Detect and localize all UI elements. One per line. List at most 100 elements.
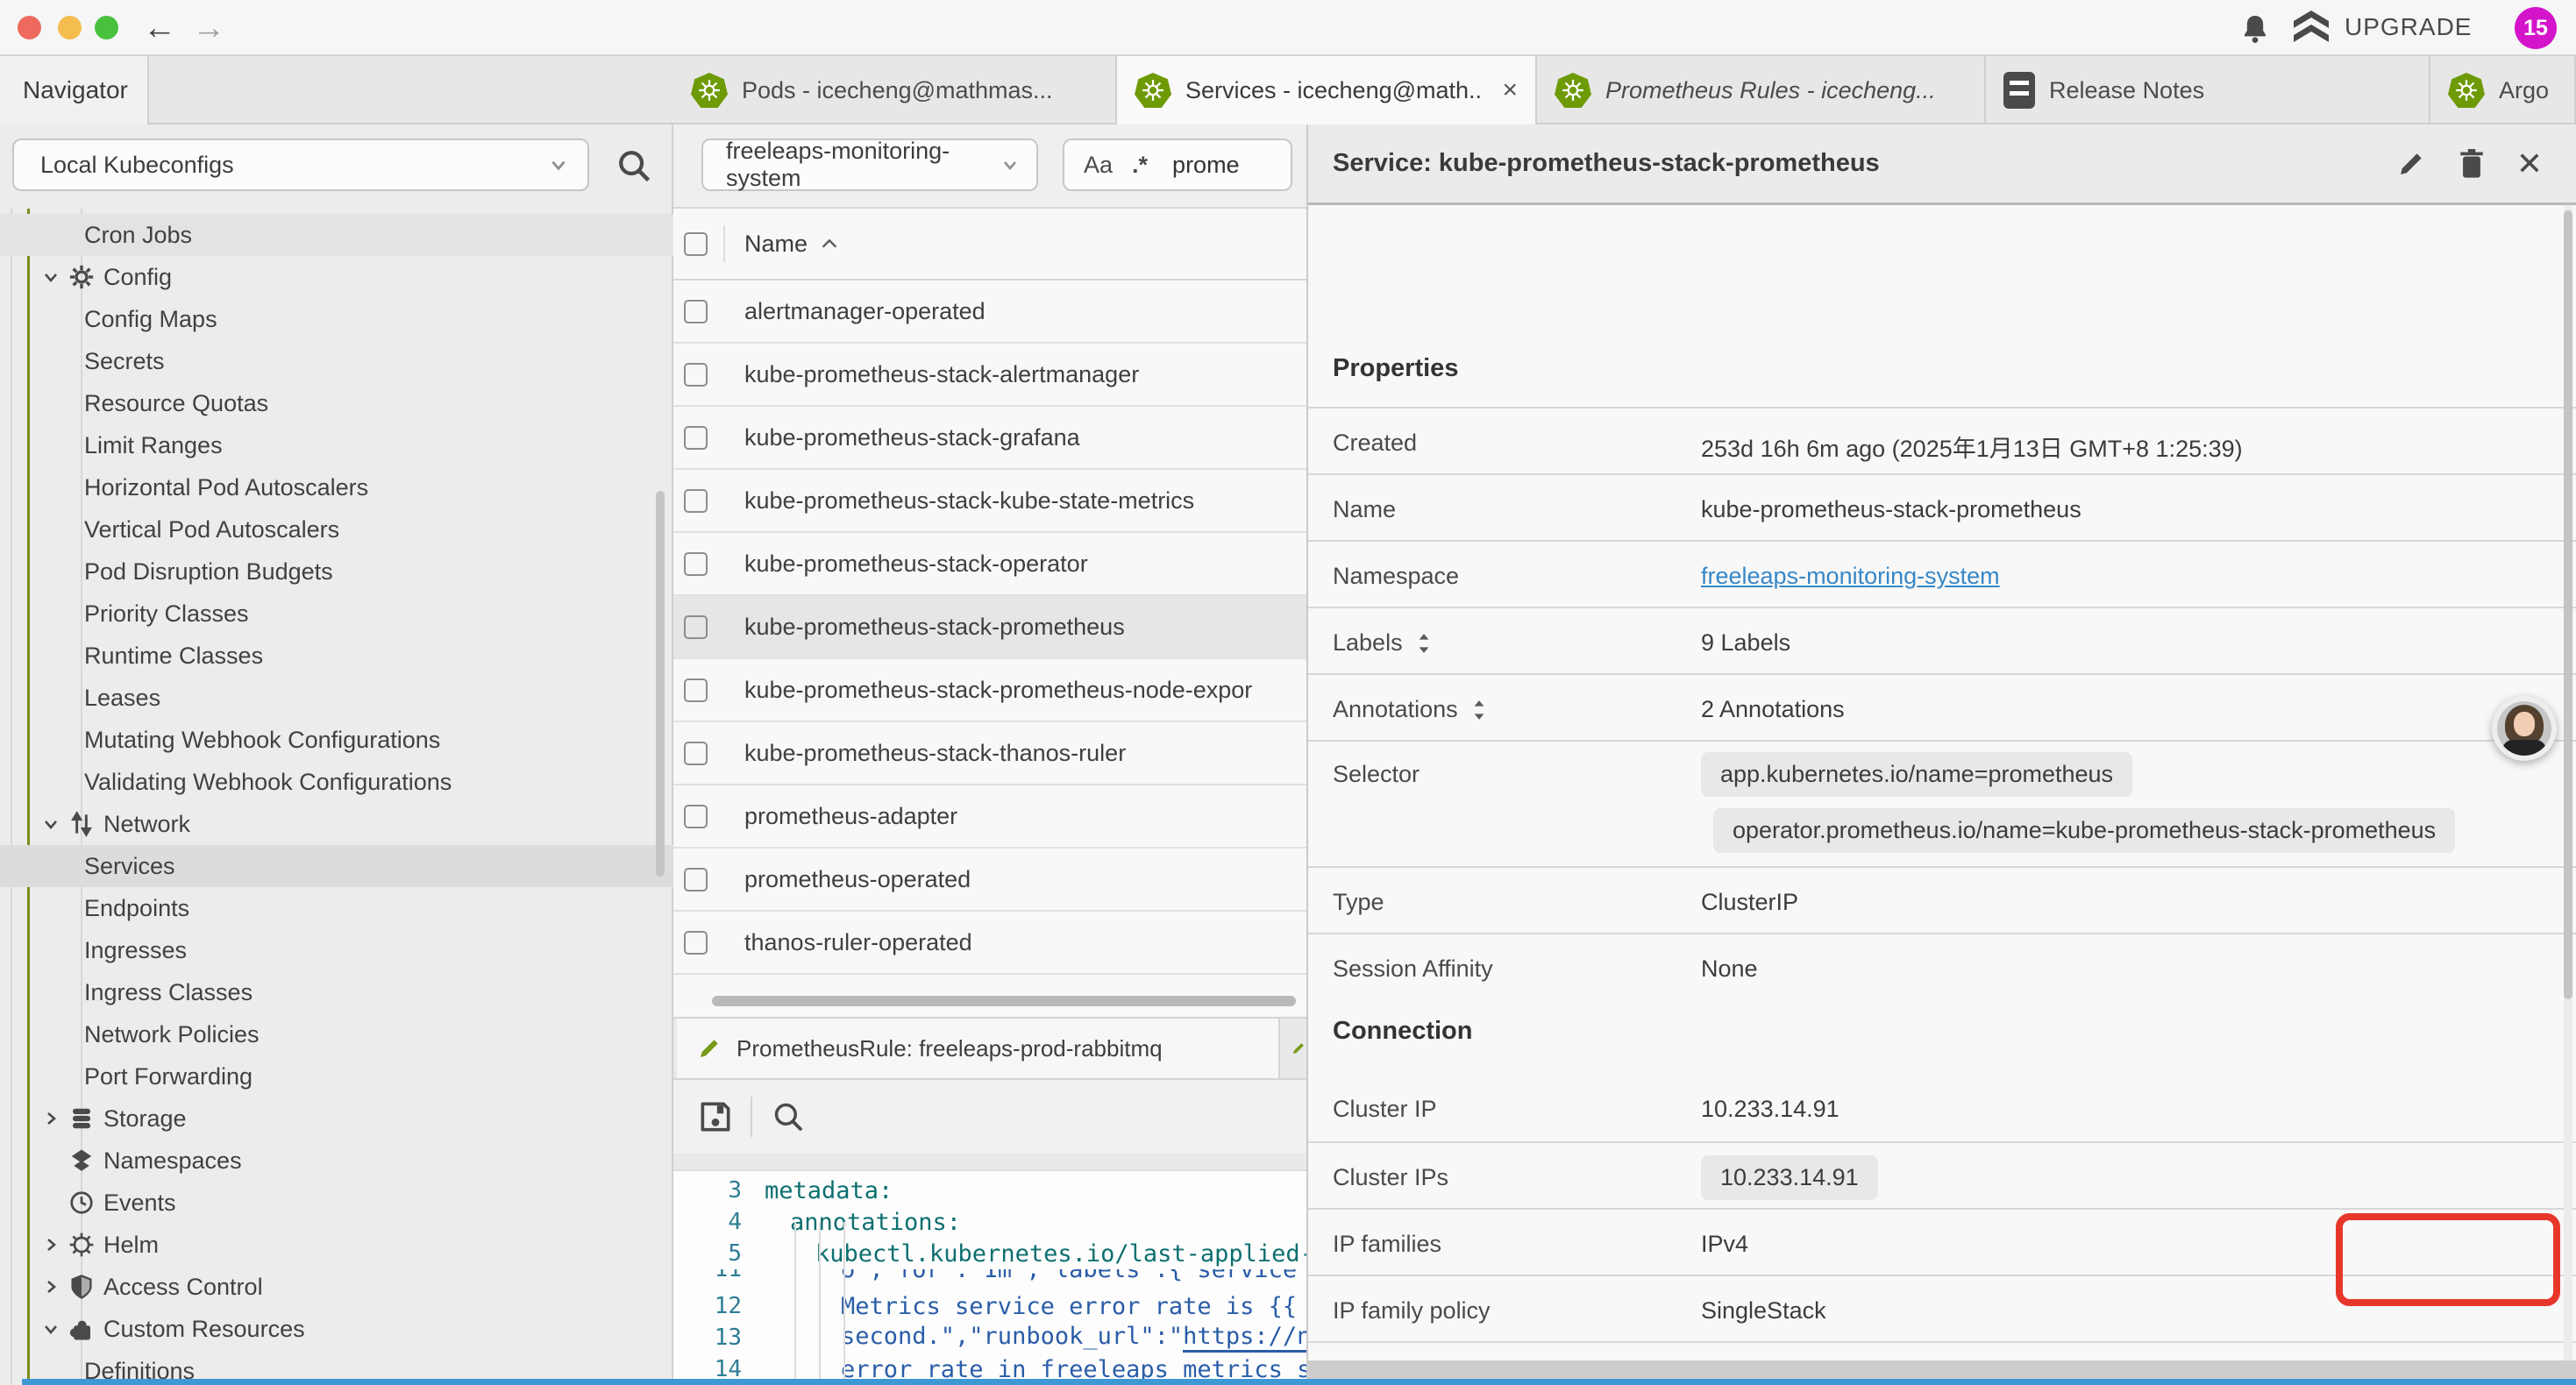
table-row[interactable]: thanos-ruler-operated — [673, 912, 1306, 975]
table-row[interactable]: kube-prometheus-stack-alertmanager — [673, 344, 1306, 407]
editor-line[interactable]: 14error rate in freeleaps metrics ser — [673, 1353, 1306, 1379]
table-row[interactable]: prometheus-adapter — [673, 785, 1306, 849]
tab-prometheus[interactable]: Prometheus Rules - icecheng... — [1537, 56, 1986, 124]
sidebar-item-horizontal-pod-autoscalers[interactable]: Horizontal Pod Autoscalers — [0, 466, 673, 508]
sidebar-item-events[interactable]: Events — [0, 1182, 673, 1224]
delete-trash-icon[interactable] — [2457, 147, 2487, 181]
table-row[interactable]: alertmanager-operated — [673, 281, 1306, 344]
detail-panel-scrollbar-thumb[interactable] — [2564, 210, 2572, 999]
chevron-down-icon[interactable] — [40, 1318, 63, 1339]
back-button[interactable]: ← — [137, 5, 182, 51]
row-checkbox[interactable] — [684, 868, 708, 891]
row-checkbox[interactable] — [684, 426, 708, 450]
row-checkbox[interactable] — [684, 678, 708, 702]
minimize-window-button[interactable] — [58, 16, 82, 39]
editor-line[interactable]: 12Metrics service error rate is {{ $va — [673, 1290, 1306, 1322]
editor-search-icon[interactable] — [770, 1098, 807, 1135]
row-checkbox[interactable] — [684, 300, 708, 323]
sidebar-item-storage[interactable]: Storage — [0, 1097, 673, 1140]
close-icon[interactable]: ✕ — [2516, 148, 2543, 180]
table-row[interactable]: kube-prometheus-stack-operator — [673, 533, 1306, 596]
sidebar-item-mutating-webhook-configurations[interactable]: Mutating Webhook Configurations — [0, 719, 673, 761]
sidebar-item-network-policies[interactable]: Network Policies — [0, 1013, 673, 1055]
chevron-right-icon[interactable] — [40, 1234, 63, 1255]
kubeconfig-selector[interactable]: Local Kubeconfigs — [12, 138, 589, 191]
tab-release[interactable]: Release Notes — [1986, 56, 2430, 124]
table-row[interactable]: kube-prometheus-stack-prometheus-node-ex… — [673, 659, 1306, 722]
avatar[interactable] — [2492, 696, 2557, 761]
row-checkbox[interactable] — [684, 552, 708, 576]
navigator-tab[interactable]: Navigator — [0, 56, 149, 124]
detail-panel-bottom-scroll-track[interactable] — [1306, 1360, 2576, 1379]
regex-toggle[interactable]: .* — [1132, 152, 1148, 179]
sidebar-item-services[interactable]: Services — [0, 845, 673, 887]
name-column-header[interactable]: Name — [744, 231, 808, 258]
sidebar-item-config-maps[interactable]: Config Maps — [0, 298, 673, 340]
chevron-down-icon[interactable] — [40, 813, 63, 835]
yaml-editor[interactable]: 3metadata:4annotations:5kubectl.kubernet… — [673, 1171, 1306, 1379]
bell-icon[interactable] — [2238, 11, 2273, 47]
editor-tab-prometheusrule[interactable]: PrometheusRule: freeleaps-prod-rabbitmq — [677, 1019, 1280, 1078]
close-window-button[interactable] — [18, 16, 41, 39]
edit-pencil-icon[interactable] — [2395, 148, 2427, 180]
table-row[interactable]: kube-prometheus-stack-prometheus — [673, 596, 1306, 659]
tab-services[interactable]: Services - icecheng@math...× — [1117, 56, 1537, 124]
tab-pods[interactable]: Pods - icecheng@mathmas... — [673, 56, 1117, 124]
sidebar-item-ingress-classes[interactable]: Ingress Classes — [0, 971, 673, 1013]
sidebar-item-config[interactable]: Config — [0, 256, 673, 298]
editor-tab-next-partial[interactable] — [1280, 1019, 1306, 1078]
editor-line[interactable]: 5kubectl.kubernetes.io/last-applied-co — [673, 1238, 1306, 1269]
sidebar-item-helm[interactable]: Helm — [0, 1224, 673, 1266]
chevron-down-icon[interactable] — [40, 266, 63, 288]
sidebar-item-validating-webhook-configurations[interactable]: Validating Webhook Configurations — [0, 761, 673, 803]
save-icon[interactable] — [696, 1097, 735, 1136]
sidebar-item-vertical-pod-autoscalers[interactable]: Vertical Pod Autoscalers — [0, 508, 673, 550]
table-row[interactable]: prometheus-operated — [673, 849, 1306, 912]
sidebar-item-pod-disruption-budgets[interactable]: Pod Disruption Budgets — [0, 550, 673, 593]
notification-count-badge[interactable]: 15 — [2515, 7, 2557, 49]
upgrade-label[interactable]: UPGRADE — [2345, 13, 2472, 41]
namespace-selector[interactable]: freeleaps-monitoring-system — [701, 138, 1038, 191]
row-checkbox[interactable] — [684, 931, 708, 955]
forward-button[interactable]: → — [186, 5, 231, 51]
namespace-link[interactable]: freeleaps-monitoring-system — [1701, 563, 2000, 590]
table-row[interactable]: kube-prometheus-stack-thanos-ruler — [673, 722, 1306, 785]
row-checkbox[interactable] — [684, 805, 708, 828]
sort-toggle-icon[interactable] — [1470, 699, 1488, 721]
tab-argo[interactable]: Argo Se — [2430, 56, 2576, 124]
match-case-toggle[interactable]: Aa — [1084, 152, 1113, 179]
sidebar-item-limit-ranges[interactable]: Limit Ranges — [0, 424, 673, 466]
name-search-input[interactable]: Aa .* prome — [1063, 138, 1292, 191]
sidebar-item-runtime-classes[interactable]: Runtime Classes — [0, 635, 673, 677]
table-row[interactable]: kube-prometheus-stack-grafana — [673, 407, 1306, 470]
sidebar-item-leases[interactable]: Leases — [0, 677, 673, 719]
sidebar-item-priority-classes[interactable]: Priority Classes — [0, 593, 673, 635]
sidebar-item-secrets[interactable]: Secrets — [0, 340, 673, 382]
row-checkbox[interactable] — [684, 742, 708, 765]
horizontal-scrollbar[interactable] — [712, 996, 1296, 1006]
editor-line[interactable]: 3metadata: — [673, 1175, 1306, 1206]
editor-line[interactable]: 11o","for":"1m","labels":{"service":"f — [673, 1269, 1306, 1290]
table-row[interactable]: kube-prometheus-stack-kube-state-metrics — [673, 470, 1306, 533]
chevron-right-icon[interactable] — [40, 1108, 63, 1129]
close-tab-icon[interactable]: × — [1502, 75, 1518, 105]
row-checkbox[interactable] — [684, 489, 708, 513]
sidebar-scrollbar[interactable] — [656, 491, 665, 877]
sidebar-item-cron-jobs[interactable]: Cron Jobs — [0, 214, 673, 256]
select-all-checkbox[interactable] — [684, 232, 708, 256]
sidebar-item-ingresses[interactable]: Ingresses — [0, 929, 673, 971]
sidebar-item-resource-quotas[interactable]: Resource Quotas — [0, 382, 673, 424]
sidebar-item-endpoints[interactable]: Endpoints — [0, 887, 673, 929]
editor-line[interactable]: 4annotations: — [673, 1206, 1306, 1238]
row-checkbox[interactable] — [684, 363, 708, 387]
chevron-right-icon[interactable] — [40, 1276, 63, 1297]
sidebar-item-namespaces[interactable]: Namespaces — [0, 1140, 673, 1182]
upgrade-icon[interactable] — [2290, 9, 2332, 47]
sort-asc-icon[interactable] — [820, 236, 839, 252]
sidebar-item-access-control[interactable]: Access Control — [0, 1266, 673, 1308]
sidebar-item-custom-resources[interactable]: Custom Resources — [0, 1308, 673, 1350]
sidebar-item-network[interactable]: Network — [0, 803, 673, 845]
zoom-window-button[interactable] — [95, 16, 118, 39]
sort-toggle-icon[interactable] — [1415, 632, 1433, 655]
sidebar-item-port-forwarding[interactable]: Port Forwarding — [0, 1055, 673, 1097]
